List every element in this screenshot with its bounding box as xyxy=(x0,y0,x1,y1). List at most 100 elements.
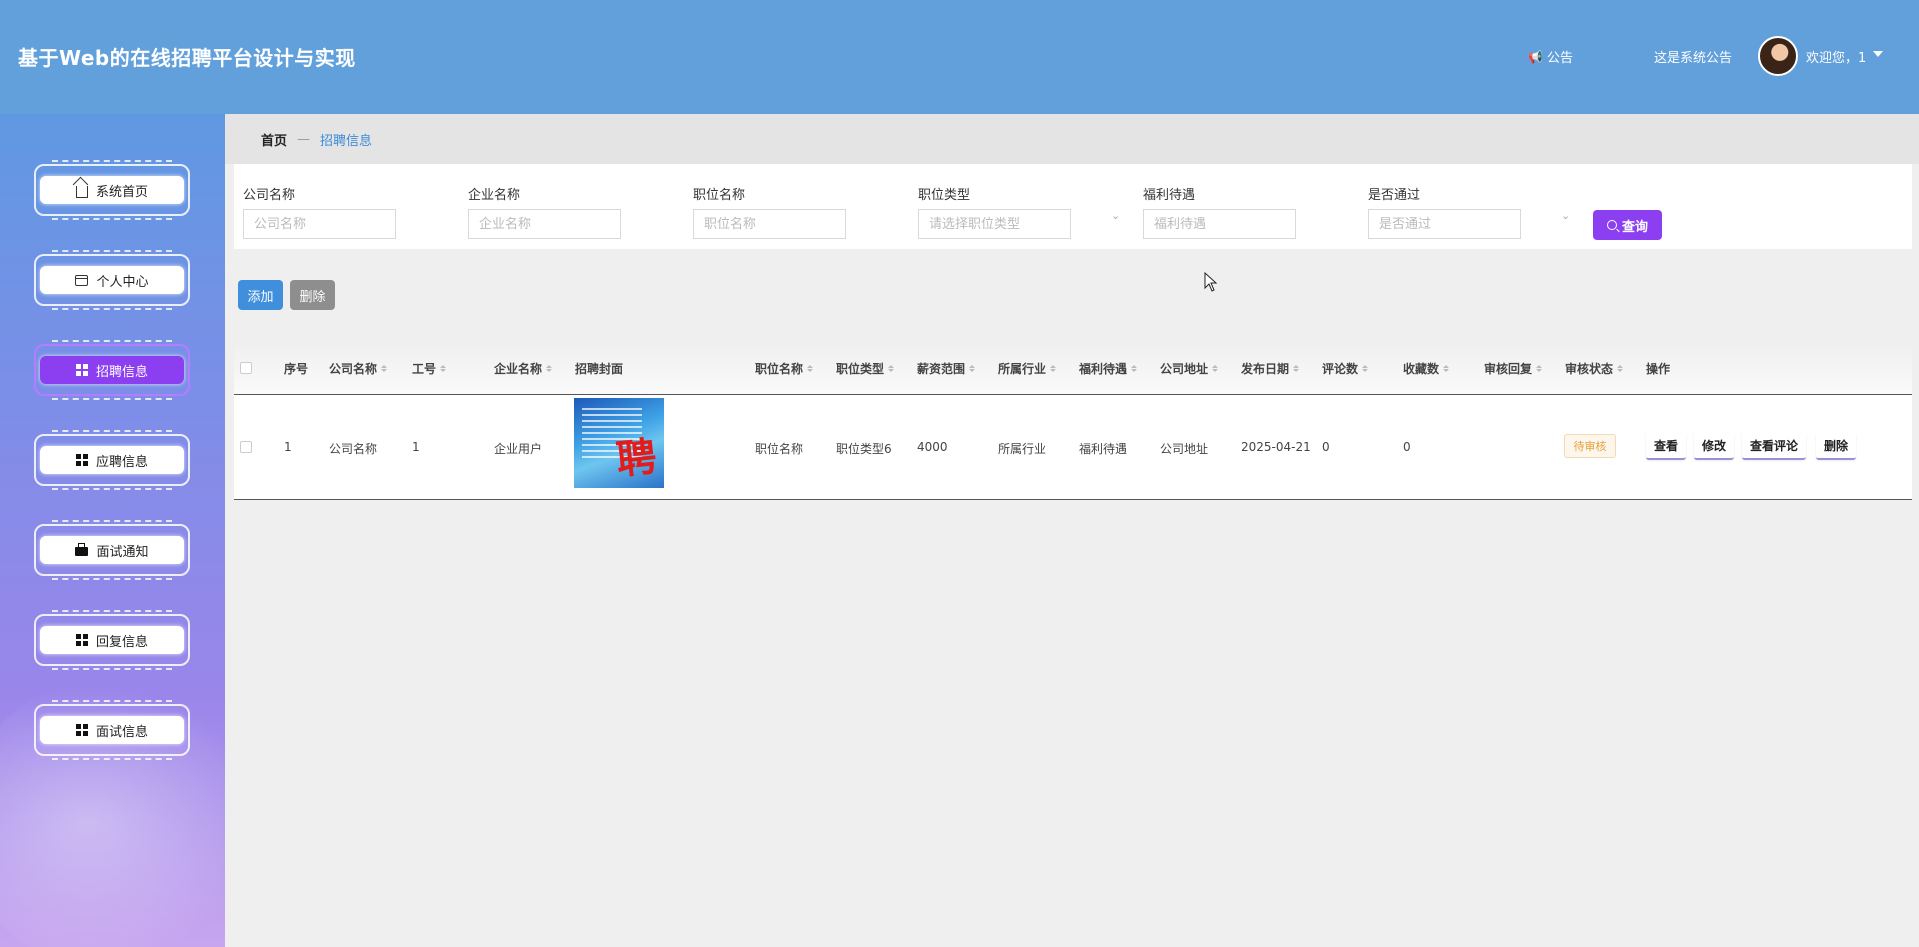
megaphone-icon: 📢 xyxy=(1528,49,1543,64)
grid-icon xyxy=(75,724,88,736)
chevron-down-icon[interactable]: ⌄ xyxy=(1111,209,1120,222)
header-salary[interactable]: 薪资范围 xyxy=(917,360,976,377)
select-all-checkbox[interactable] xyxy=(240,362,252,374)
sidebar-item-label: 系统首页 xyxy=(95,184,148,200)
header-job-no[interactable]: 工号 xyxy=(412,360,447,377)
breadcrumb-current: 招聘信息 xyxy=(320,133,373,149)
sidebar-item-label: 面试信息 xyxy=(95,724,148,740)
header-index: 序号 xyxy=(284,362,309,376)
header-address[interactable]: 公司地址 xyxy=(1160,360,1219,377)
breadcrumb-separator: — xyxy=(297,131,311,147)
header-enterprise[interactable]: 企业名称 xyxy=(494,360,553,377)
notice-text: 这是系统公告 xyxy=(1654,51,1733,66)
header-comments[interactable]: 评论数 xyxy=(1322,360,1369,377)
app-title: 基于Web的在线招聘平台设计与实现 xyxy=(18,46,356,70)
sort-icon xyxy=(807,365,814,372)
query-label: 查询 xyxy=(1621,219,1648,235)
cell-welfare: 福利待遇 xyxy=(1079,442,1128,456)
sort-icon xyxy=(1212,365,1219,372)
position-name-input[interactable] xyxy=(693,209,846,239)
briefcase-icon xyxy=(75,543,89,556)
welfare-input[interactable] xyxy=(1143,209,1296,239)
sidebar-item-profile[interactable]: 个人中心 xyxy=(34,250,190,310)
position-type-select[interactable] xyxy=(918,209,1071,239)
notice-label: 公告 xyxy=(1546,51,1573,66)
cover-poster-art: 聘 xyxy=(614,433,659,484)
field-label: 福利待遇 xyxy=(1143,188,1196,203)
sidebar-item-interview-notice[interactable]: 面试通知 xyxy=(34,520,190,580)
header-industry[interactable]: 所属行业 xyxy=(998,360,1057,377)
header-company[interactable]: 公司名称 xyxy=(329,360,388,377)
table-row: 1 公司名称 1 企业用户 聘 职位名称 职位类型6 4000 所属行业 福利待… xyxy=(234,395,1912,500)
menu-button[interactable]: 系统首页 xyxy=(40,176,184,204)
enterprise-name-input[interactable] xyxy=(468,209,621,239)
cell-industry: 所属行业 xyxy=(998,442,1047,456)
sort-icon xyxy=(546,365,553,372)
add-button[interactable]: 添加 xyxy=(238,280,283,310)
query-button[interactable]: 查询 xyxy=(1593,210,1662,240)
field-label: 职位名称 xyxy=(693,188,746,203)
chevron-down-icon[interactable]: ⌄ xyxy=(1561,209,1570,222)
view-button[interactable]: 查看 xyxy=(1646,432,1687,460)
sidebar-item-label: 应聘信息 xyxy=(95,454,148,470)
header-welfare[interactable]: 福利待遇 xyxy=(1079,360,1138,377)
sort-icon xyxy=(969,365,976,372)
menu-button[interactable]: 面试通知 xyxy=(40,536,184,564)
sidebar: 系统首页 个人中心 招聘信息 应聘信息 面试通知 回复信息 面试信息 xyxy=(0,114,225,947)
delete-row-button[interactable]: 删除 xyxy=(1816,432,1857,460)
menu-button[interactable]: 面试信息 xyxy=(40,716,184,744)
sort-icon xyxy=(1050,365,1057,372)
job-cover-image[interactable]: 聘 xyxy=(574,398,664,488)
field-label: 职位类型 xyxy=(918,188,971,203)
menu-button[interactable]: 招聘信息 xyxy=(40,356,184,384)
sidebar-item-label: 招聘信息 xyxy=(95,364,148,380)
header-position[interactable]: 职位名称 xyxy=(755,360,814,377)
header-position-type[interactable]: 职位类型 xyxy=(836,360,895,377)
sidebar-item-label: 面试通知 xyxy=(96,544,149,560)
sidebar-item-interviews[interactable]: 面试信息 xyxy=(34,700,190,760)
search-panel: 公司名称 企业名称 职位名称 职位类型 ⌄ 福利待遇 是否通过 ⌄ 查询 xyxy=(234,164,1912,249)
cell-salary: 4000 xyxy=(917,440,948,454)
cell-favorites: 0 xyxy=(1403,440,1411,454)
breadcrumb-home[interactable]: 首页 xyxy=(261,130,287,149)
sidebar-item-label: 个人中心 xyxy=(96,274,149,290)
menu-button[interactable]: 应聘信息 xyxy=(40,446,184,474)
cell-company: 公司名称 xyxy=(329,442,378,456)
sort-icon xyxy=(888,365,895,372)
view-comments-button[interactable]: 查看评论 xyxy=(1742,432,1807,460)
header-publish-date[interactable]: 发布日期 xyxy=(1241,360,1300,377)
sidebar-item-jobs[interactable]: 招聘信息 xyxy=(34,340,190,400)
field-label: 企业名称 xyxy=(468,188,521,203)
status-badge: 待审核 xyxy=(1564,434,1616,458)
top-header: 基于Web的在线招聘平台设计与实现 📢 公告 这是系统公告 欢迎您，1 xyxy=(0,0,1919,114)
card-icon xyxy=(75,274,89,286)
sidebar-item-replies[interactable]: 回复信息 xyxy=(34,610,190,670)
header-review-reply[interactable]: 审核回复 xyxy=(1484,360,1543,377)
search-icon xyxy=(1606,220,1617,230)
menu-button[interactable]: 回复信息 xyxy=(40,626,184,654)
sort-icon xyxy=(1443,365,1450,372)
header-favorites[interactable]: 收藏数 xyxy=(1403,360,1450,377)
home-icon xyxy=(75,186,88,198)
grid-icon xyxy=(75,634,88,646)
approved-select[interactable] xyxy=(1368,209,1521,239)
cell-index: 1 xyxy=(284,440,292,454)
company-name-input[interactable] xyxy=(243,209,396,239)
cell-position: 职位名称 xyxy=(755,442,804,456)
header-review-status[interactable]: 审核状态 xyxy=(1565,360,1624,377)
menu-button[interactable]: 个人中心 xyxy=(40,266,184,294)
sort-icon xyxy=(1617,365,1624,372)
edit-button[interactable]: 修改 xyxy=(1694,432,1735,460)
sidebar-item-applications[interactable]: 应聘信息 xyxy=(34,430,190,490)
chevron-down-icon[interactable] xyxy=(1873,51,1883,57)
batch-delete-button[interactable]: 删除 xyxy=(290,280,335,310)
sort-icon xyxy=(1362,365,1369,372)
sidebar-item-home[interactable]: 系统首页 xyxy=(34,160,190,220)
approved-field: 是否通过 xyxy=(1368,184,1521,239)
notice-link[interactable]: 📢 公告 xyxy=(1528,47,1573,67)
header-operations: 操作 xyxy=(1646,362,1671,376)
avatar[interactable] xyxy=(1758,36,1798,76)
field-label: 是否通过 xyxy=(1368,188,1421,203)
welcome-text[interactable]: 欢迎您，1 xyxy=(1806,47,1866,66)
row-checkbox[interactable] xyxy=(240,441,252,453)
